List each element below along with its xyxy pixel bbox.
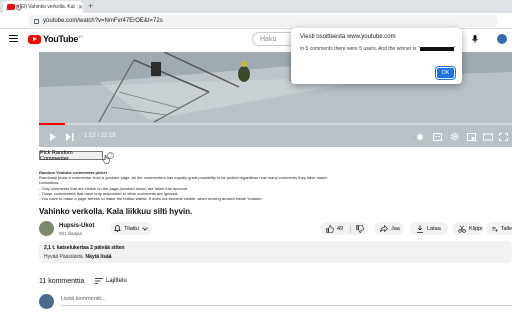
- address-bar[interactable]: youtube.com/watch?v=NmFvr47ErOE&t=72s: [28, 15, 498, 27]
- sort-comments-button[interactable]: Lajittelu: [95, 278, 127, 284]
- dialog-title: Viesti osoitteesta www.youtube.com: [300, 34, 396, 40]
- add-comment-input[interactable]: Lisää kommentti...: [61, 296, 512, 306]
- download-button[interactable]: Lataa: [410, 222, 448, 235]
- subscribe-label: Tilattu: [124, 225, 139, 232]
- like-count: 49: [337, 225, 344, 232]
- youtube-logo[interactable]: YouTube FI: [28, 34, 83, 44]
- share-arrow-icon: [380, 224, 388, 232]
- player-controls: 1:12 / 22:18: [39, 128, 512, 146]
- settings-gear-icon[interactable]: [450, 132, 459, 141]
- scissors-icon: [458, 224, 466, 233]
- account-avatar[interactable]: [497, 34, 507, 44]
- back-icon[interactable]: ←: [4, 3, 13, 13]
- video-progress-fill: [39, 123, 65, 125]
- ok-button[interactable]: OK: [435, 66, 456, 80]
- sort-icon: [95, 278, 103, 284]
- sort-label: Lajittelu: [106, 278, 127, 284]
- subscribe-button[interactable]: Tilattu: [110, 222, 152, 235]
- redacted-winner-name: [419, 46, 454, 51]
- description-box[interactable]: 2,1 t. katselukertaa 2 päivää sitten Hyv…: [39, 241, 512, 263]
- description-body: Hyvää Pääsiäistä.: [44, 254, 85, 260]
- like-divider: [350, 224, 352, 233]
- hand-cursor-icon: [102, 155, 110, 164]
- picker-info-line: Randomly picks a commenter from a youtub…: [39, 175, 328, 181]
- channel-name[interactable]: Hupsis-Ukot: [59, 223, 94, 229]
- thumbs-up-icon: [326, 224, 334, 233]
- clip-button[interactable]: Klippi: [452, 222, 483, 235]
- save-label: Talle: [500, 225, 512, 232]
- download-label: Lataa: [427, 225, 441, 232]
- channel-avatar[interactable]: [39, 221, 54, 236]
- view-count-and-date: 2,1 t. katselukertaa 2 päivää sitten: [44, 245, 125, 251]
- fullscreen-icon[interactable]: [499, 133, 508, 141]
- autoplay-toggle-icon[interactable]: [411, 133, 425, 141]
- lock-icon: [34, 18, 39, 24]
- miniplayer-icon[interactable]: [467, 133, 476, 141]
- user-avatar: [39, 294, 54, 309]
- clip-label: Klippi: [469, 225, 483, 232]
- playlist-add-icon: [492, 226, 498, 232]
- video-time: 1:12 / 22:18: [84, 133, 116, 139]
- hamburger-menu-icon[interactable]: [9, 35, 18, 43]
- dialog-message-end: ": [453, 46, 456, 52]
- thumbs-down-icon[interactable]: [356, 224, 364, 233]
- video-title: Vahinko verkolla. Kala liikkuu siltì hyv…: [39, 207, 193, 216]
- video-progress-bar[interactable]: [39, 123, 512, 125]
- pick-random-commenter-button[interactable]: Pick Random Commenter: [39, 150, 103, 162]
- youtube-play-logo-icon: [28, 34, 41, 44]
- picker-info: Random Youtube commenter picker Randomly…: [39, 170, 359, 201]
- dialog-message-text: In 5 comments there were 5 users. And th…: [300, 46, 420, 52]
- youtube-country-code: FI: [79, 34, 83, 39]
- youtube-logo-text: YouTube: [43, 34, 79, 44]
- share-label: Jaa: [391, 225, 400, 232]
- reload-icon[interactable]: ↻: [15, 3, 23, 13]
- address-url: youtube.com/watch?v=NmFvr47ErOE&t=72s: [43, 18, 163, 24]
- save-button[interactable]: Talle: [486, 222, 512, 235]
- tab-close-icon[interactable]: ✕: [78, 4, 83, 11]
- picker-info-line: - You have to make a page refresh to mak…: [39, 196, 263, 202]
- chevron-down-icon: [142, 226, 148, 231]
- bell-icon: [114, 225, 122, 232]
- new-tab-icon[interactable]: +: [88, 1, 93, 11]
- like-button[interactable]: 49: [320, 222, 368, 235]
- show-more-link[interactable]: Näytä lisää: [85, 254, 111, 260]
- description-text: Hyvää Pääsiäistä. Näytä lisää: [44, 254, 112, 260]
- tab-title: (60) Vahinko verkolla. Kala: [18, 4, 75, 10]
- dialog-message: In 5 comments there were 5 users. And th…: [300, 46, 455, 52]
- microphone-icon[interactable]: [470, 34, 480, 44]
- comment-count: 11 kommenttia: [39, 278, 85, 285]
- theater-mode-icon[interactable]: [483, 133, 493, 141]
- share-button[interactable]: Jaa: [374, 222, 404, 235]
- alert-dialog: Viesti osoitteesta www.youtube.com In 5 …: [291, 28, 462, 84]
- captions-icon[interactable]: [433, 133, 442, 141]
- play-icon[interactable]: [49, 133, 57, 141]
- download-icon: [417, 225, 423, 233]
- subscriber-count: 901 tilaajaa: [59, 231, 83, 236]
- next-icon[interactable]: [66, 133, 74, 141]
